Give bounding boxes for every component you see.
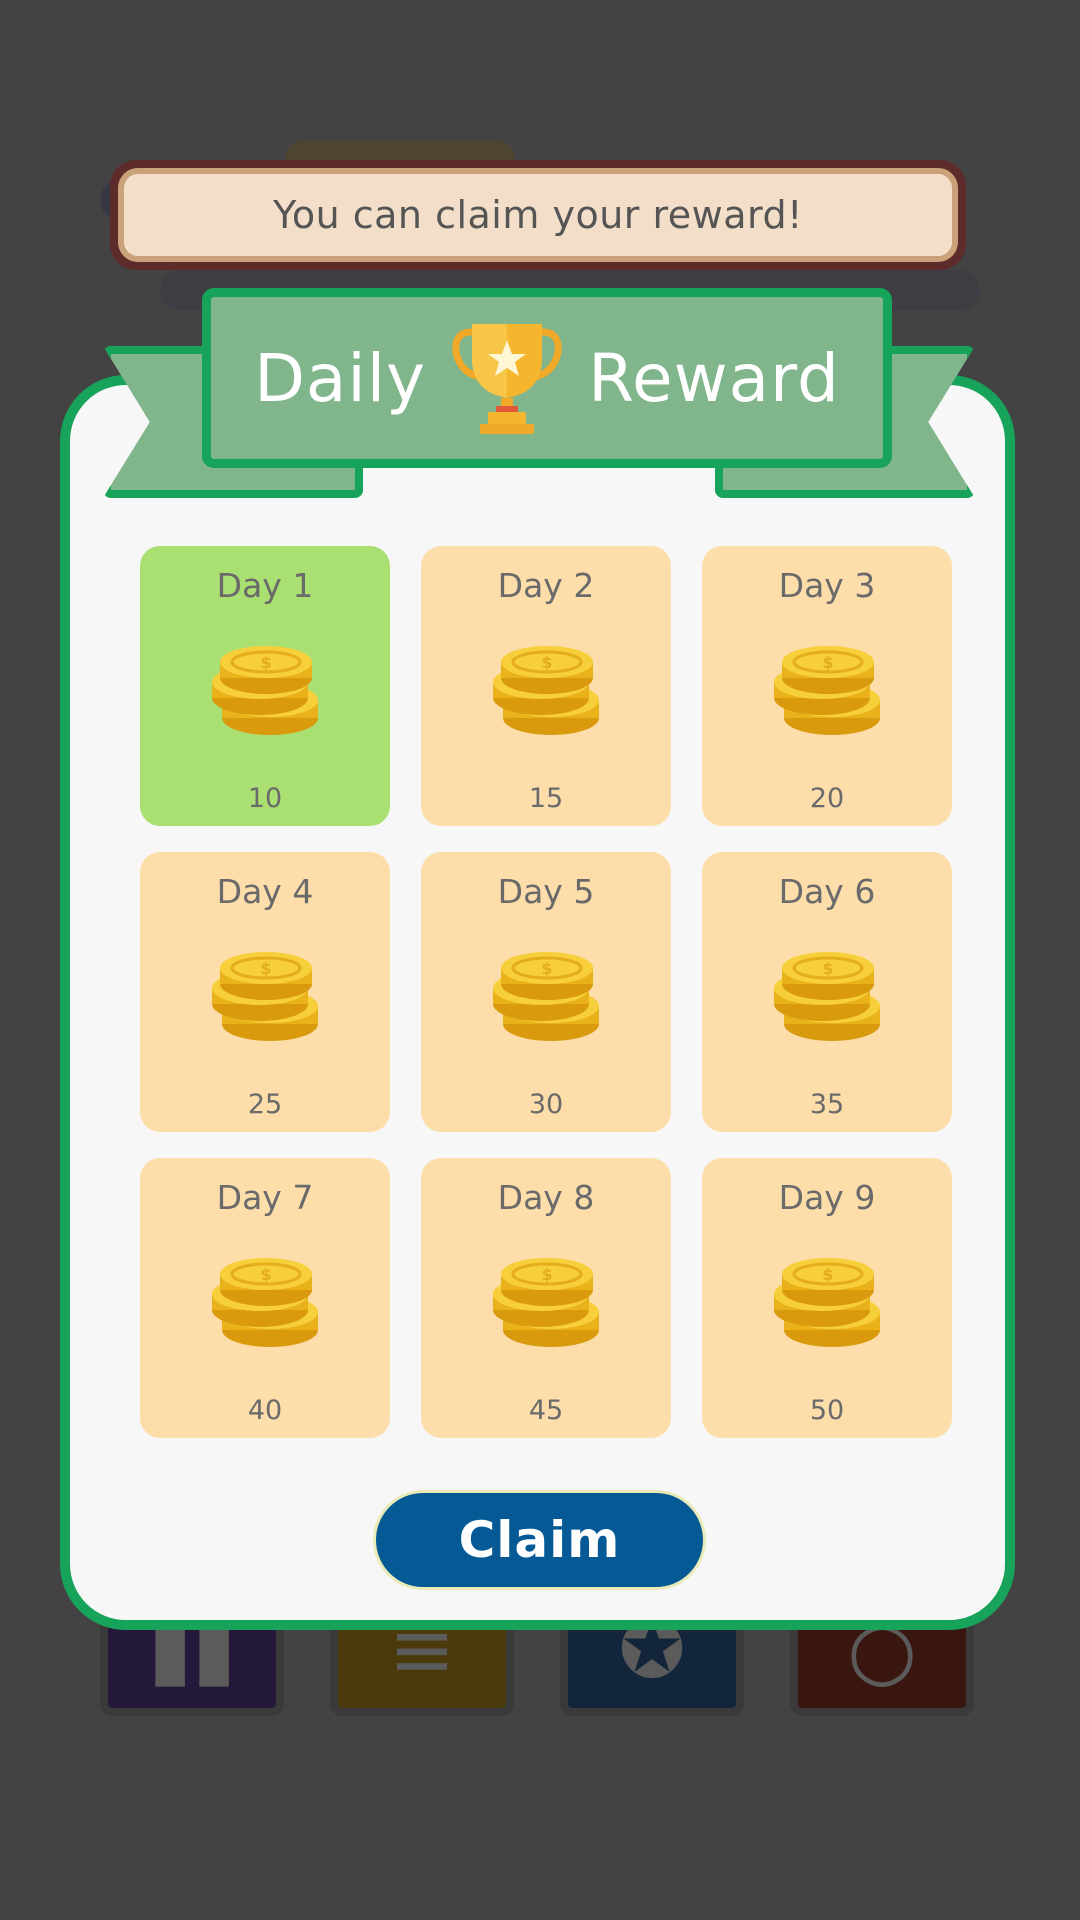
- reward-day-label: Day 3: [778, 566, 876, 605]
- reward-amount: 15: [528, 783, 564, 814]
- reward-card-day-9[interactable]: Day 9 $ 50: [702, 1158, 952, 1438]
- coin-stack-icon: $: [772, 1248, 882, 1358]
- trophy-icon: [452, 324, 562, 434]
- reward-card-day-8[interactable]: Day 8 $ 45: [421, 1158, 671, 1438]
- reward-amount: 10: [247, 783, 283, 814]
- reward-amount: 40: [247, 1395, 283, 1426]
- claim-button[interactable]: Claim: [373, 1490, 706, 1590]
- reward-card-day-5[interactable]: Day 5 $ 30: [421, 852, 671, 1132]
- header-title-left: Daily: [254, 339, 427, 417]
- svg-text:$: $: [822, 1265, 833, 1284]
- reward-card-day-6[interactable]: Day 6 $ 35: [702, 852, 952, 1132]
- reward-day-label: Day 7: [216, 1178, 314, 1217]
- reward-amount: 50: [809, 1395, 845, 1426]
- svg-text:$: $: [541, 959, 552, 978]
- coin-stack-icon: $: [210, 942, 320, 1052]
- reward-day-label: Day 5: [497, 872, 595, 911]
- reward-amount: 45: [528, 1395, 564, 1426]
- reward-card-day-7[interactable]: Day 7 $ 40: [140, 1158, 390, 1438]
- reward-amount: 35: [809, 1089, 845, 1120]
- reward-day-label: Day 4: [216, 872, 314, 911]
- reward-card-day-4[interactable]: Day 4 $ 25: [140, 852, 390, 1132]
- coin-stack-icon: $: [210, 1248, 320, 1358]
- svg-text:$: $: [822, 653, 833, 672]
- reward-grid: Day 1 $ 10 Day 2 $ 15 Day 3 $ 20 Day 4 $…: [140, 546, 952, 1438]
- coin-stack-icon: $: [491, 636, 601, 746]
- reward-card-day-2[interactable]: Day 2 $ 15: [421, 546, 671, 826]
- reward-amount: 20: [809, 783, 845, 814]
- svg-text:$: $: [260, 959, 271, 978]
- reward-toast: You can claim your reward!: [110, 160, 966, 270]
- reward-day-label: Day 2: [497, 566, 595, 605]
- daily-reward-header: Daily Reward: [202, 288, 892, 468]
- svg-text:$: $: [822, 959, 833, 978]
- svg-text:$: $: [541, 653, 552, 672]
- coin-stack-icon: $: [772, 942, 882, 1052]
- svg-text:$: $: [260, 1265, 271, 1284]
- reward-toast-message: You can claim your reward!: [273, 193, 803, 237]
- svg-text:$: $: [541, 1265, 552, 1284]
- svg-text:$: $: [260, 653, 271, 672]
- reward-amount: 25: [247, 1089, 283, 1120]
- coin-stack-icon: $: [210, 636, 320, 746]
- reward-amount: 30: [528, 1089, 564, 1120]
- reward-day-label: Day 8: [497, 1178, 595, 1217]
- reward-day-label: Day 1: [216, 566, 314, 605]
- reward-card-day-3[interactable]: Day 3 $ 20: [702, 546, 952, 826]
- coin-stack-icon: $: [772, 636, 882, 746]
- reward-card-day-1[interactable]: Day 1 $ 10: [140, 546, 390, 826]
- header-title-right: Reward: [588, 339, 840, 417]
- reward-day-label: Day 9: [778, 1178, 876, 1217]
- coin-stack-icon: $: [491, 1248, 601, 1358]
- reward-day-label: Day 6: [778, 872, 876, 911]
- coin-stack-icon: $: [491, 942, 601, 1052]
- reward-toast-body: You can claim your reward!: [118, 168, 958, 262]
